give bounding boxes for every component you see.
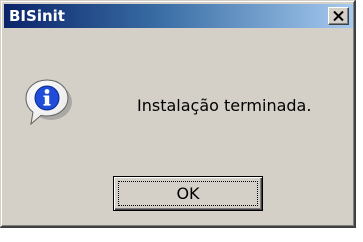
title-bar[interactable]: BISinit [4,4,353,28]
info-icon [23,77,73,129]
dialog-window: BISinit Instalação terminada. OK [0,0,356,228]
focus-rect: OK [118,181,258,206]
close-icon [333,11,344,21]
close-button[interactable] [328,7,349,25]
ok-button[interactable]: OK [113,176,263,211]
message-text: Instalação terminada. [137,96,312,115]
window-title: BISinit [9,7,65,25]
ok-button-label: OK [176,183,200,203]
